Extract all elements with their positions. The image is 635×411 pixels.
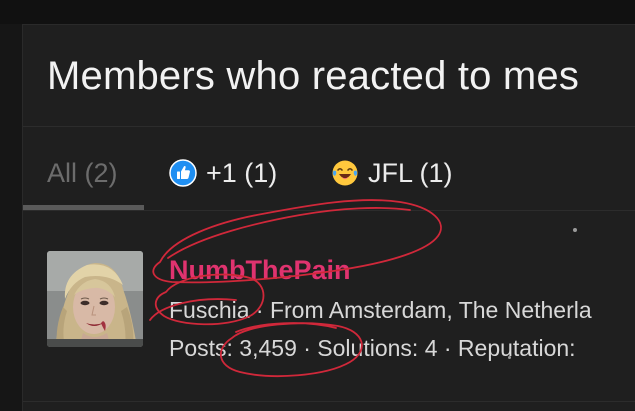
laughing-crying-icon (332, 160, 358, 186)
tab-jfl-label: JFL (1) (368, 157, 453, 188)
screen: Members who reacted to mes All (2) +1 (1… (0, 0, 635, 411)
divider (23, 401, 635, 402)
tab-plus-one[interactable]: +1 (1) (169, 153, 277, 193)
member-info: Fuschia · From Amsterdam, The Netherla (169, 297, 592, 323)
tab-all-label: All (2) (47, 157, 118, 188)
member-username[interactable]: NumbThePain (169, 255, 351, 286)
reactions-dialog: Members who reacted to mes All (2) +1 (1… (22, 24, 635, 411)
member-list-item: NumbThePain Fuschia · From Amsterdam, Th… (23, 211, 635, 401)
avatar-photo (47, 251, 143, 347)
tab-plus-one-label: +1 (1) (206, 157, 278, 188)
thumbs-up-icon (169, 159, 197, 187)
dust-speck (573, 228, 577, 232)
dust-speck (508, 356, 511, 359)
member-stats: Posts: 3,459 · Solutions: 4 · Reputation… (169, 335, 576, 361)
avatar[interactable] (47, 251, 143, 347)
dialog-title: Members who reacted to mes (47, 54, 580, 98)
tab-jfl[interactable]: JFL (1) (331, 153, 453, 193)
page-header-strip (0, 0, 635, 24)
reaction-tabs: All (2) +1 (1) JFL (1) (23, 127, 635, 211)
tab-all[interactable]: All (2) (47, 153, 118, 193)
